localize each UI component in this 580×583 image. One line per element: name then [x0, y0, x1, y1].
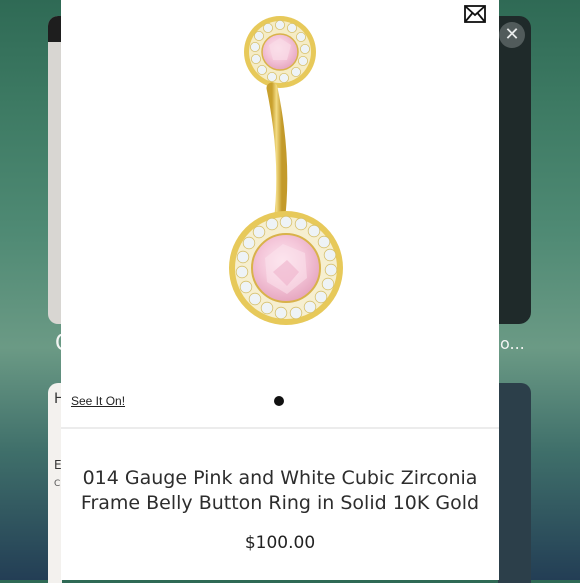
divider: [61, 427, 499, 429]
product-price: $100.00: [244, 533, 316, 553]
belly-button-ring-image[interactable]: [221, 10, 351, 330]
mail-icon[interactable]: [464, 5, 486, 23]
background-app-card-left-lower[interactable]: H E C: [48, 383, 65, 583]
background-card-fragment: C: [54, 479, 61, 489]
product-detail-sheet: See It On! 014 Gauge Pink and White Cubi…: [61, 0, 499, 580]
gallery-pager-dot[interactable]: [274, 396, 284, 406]
close-icon[interactable]: ✕: [499, 22, 525, 48]
background-app-card-right-lower[interactable]: [498, 383, 531, 583]
background-app-card-left[interactable]: [48, 16, 62, 324]
see-it-on-link[interactable]: See It On!: [71, 394, 125, 408]
background-card-header: [48, 16, 62, 42]
background-app-label-right: o...: [500, 334, 525, 353]
product-title: 014 Gauge Pink and White Cubic Zirconia …: [80, 467, 480, 514]
background-app-card-right[interactable]: [498, 16, 531, 324]
